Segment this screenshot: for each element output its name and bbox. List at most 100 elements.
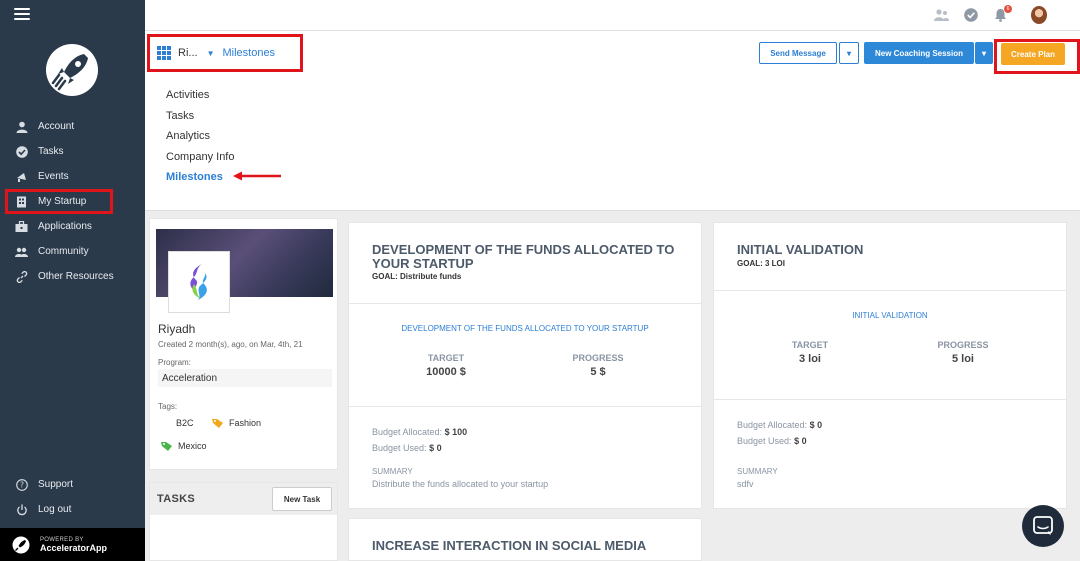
milestone-title: INITIAL VALIDATION bbox=[737, 242, 864, 257]
startup-name: Riyadh bbox=[158, 322, 196, 336]
milestone-card[interactable]: INITIAL VALIDATION GOAL: 3 LOI INITIAL V… bbox=[713, 222, 1067, 509]
tag-icon bbox=[159, 418, 171, 428]
budget-allocated-value: $ 100 bbox=[444, 427, 468, 437]
tab-company-info[interactable]: Company Info bbox=[166, 151, 234, 172]
building-icon bbox=[15, 195, 28, 208]
tab-analytics[interactable]: Analytics bbox=[166, 130, 234, 151]
sidebar-item-logout[interactable]: Log out bbox=[0, 497, 145, 522]
tag-label: Mexico bbox=[178, 441, 207, 451]
tasks-title: TASKS bbox=[157, 493, 195, 505]
progress-label: PROGRESS bbox=[937, 340, 989, 350]
notification-badge: 6 bbox=[1004, 5, 1012, 13]
milestone-card[interactable]: INCREASE INTERACTION IN SOCIAL MEDIA bbox=[348, 518, 702, 561]
rocket-logo-icon[interactable] bbox=[44, 42, 100, 98]
progress-value: 5 loi bbox=[951, 353, 974, 365]
sidebar-item-label: Other Resources bbox=[38, 271, 114, 282]
svg-text:?: ? bbox=[20, 480, 24, 489]
sidebar-item-label: My Startup bbox=[38, 196, 87, 207]
sidebar-item-events[interactable]: Events bbox=[0, 164, 145, 189]
budget-allocated: Budget Allocated: $ 0 bbox=[737, 420, 822, 430]
milestone-goal: GOAL: Distribute funds bbox=[372, 272, 462, 281]
rocket-small-icon bbox=[12, 536, 30, 553]
sidebar-item-my-startup[interactable]: My Startup bbox=[5, 189, 113, 214]
check-circle-icon bbox=[15, 145, 28, 158]
sidebar-bottom-nav: ? Support Log out bbox=[0, 472, 145, 522]
milestone-card[interactable]: DEVELOPMENT OF THE FUNDS ALLOCATED TO YO… bbox=[348, 222, 702, 509]
tag-fashion[interactable]: Fashion bbox=[212, 415, 261, 431]
breadcrumb-startup[interactable]: Ri... bbox=[178, 47, 198, 59]
tasks-panel: TASKS New Task bbox=[149, 482, 338, 561]
summary-text: sdfv bbox=[737, 479, 754, 489]
program-label: Program: bbox=[158, 358, 191, 367]
sidebar-item-tasks[interactable]: Tasks bbox=[0, 139, 145, 164]
tab-tasks[interactable]: Tasks bbox=[166, 110, 234, 131]
tag-mexico[interactable]: Mexico bbox=[161, 438, 207, 454]
community-icon[interactable] bbox=[934, 8, 949, 22]
summary-label: SUMMARY bbox=[372, 467, 413, 476]
budget-allocated-label: Budget Allocated: bbox=[737, 420, 808, 430]
summary-label: SUMMARY bbox=[737, 467, 778, 476]
sidebar-nav: Account Tasks Events My Startup Applicat… bbox=[0, 114, 145, 289]
sidebar: Account Tasks Events My Startup Applicat… bbox=[0, 0, 145, 561]
sidebar-item-label: Support bbox=[38, 479, 74, 490]
progress-label: PROGRESS bbox=[572, 353, 624, 363]
summary-text: Distribute the funds allocated to your s… bbox=[372, 479, 549, 489]
top-bar: 6 bbox=[145, 0, 1080, 31]
budget-used-value: $ 0 bbox=[429, 443, 442, 453]
milestone-subtitle: INITIAL VALIDATION bbox=[852, 311, 928, 320]
startup-subnav: Activities Tasks Analytics Company Info … bbox=[166, 89, 234, 192]
divider bbox=[349, 303, 701, 304]
tab-milestones[interactable]: Milestones bbox=[166, 171, 234, 192]
new-coaching-session-button[interactable]: New Coaching Session bbox=[864, 42, 974, 64]
user-icon bbox=[15, 120, 28, 133]
sidebar-item-account[interactable]: Account bbox=[0, 114, 145, 139]
avatar[interactable] bbox=[1031, 6, 1047, 24]
milestone-title: INCREASE INTERACTION IN SOCIAL MEDIA bbox=[372, 538, 647, 553]
sidebar-item-other-resources[interactable]: Other Resources bbox=[0, 264, 145, 289]
budget-used: Budget Used: $ 0 bbox=[372, 443, 442, 453]
bell-icon[interactable]: 6 bbox=[994, 5, 1012, 22]
target-value: 3 loi bbox=[798, 353, 821, 365]
apps-grid-icon[interactable] bbox=[157, 46, 171, 60]
chevron-down-icon[interactable]: ▼ bbox=[207, 49, 215, 58]
powered-by-badge[interactable]: POWERED BY AcceleratorApp bbox=[0, 528, 145, 561]
sidebar-item-label: Community bbox=[38, 246, 89, 257]
sidebar-item-support[interactable]: ? Support bbox=[0, 472, 145, 497]
budget-used-label: Budget Used: bbox=[737, 436, 792, 446]
tag-icon bbox=[212, 419, 223, 428]
create-plan-button[interactable]: Create Plan bbox=[1001, 43, 1065, 65]
startup-created-date: Created 2 month(s), ago, on Mar, 4th, 21 bbox=[158, 340, 303, 349]
menu-icon[interactable] bbox=[14, 8, 30, 22]
power-icon bbox=[15, 503, 28, 516]
budget-used-value: $ 0 bbox=[794, 436, 807, 446]
tag-b2c[interactable]: B2C bbox=[159, 415, 194, 431]
new-task-button[interactable]: New Task bbox=[272, 487, 332, 511]
check-circle-icon[interactable] bbox=[964, 8, 978, 22]
budget-allocated-value: $ 0 bbox=[809, 420, 823, 430]
divider bbox=[714, 290, 1066, 291]
powered-by-brand: AcceleratorApp bbox=[40, 542, 108, 553]
tags-label: Tags: bbox=[158, 402, 178, 411]
program-value: Acceleration bbox=[158, 369, 332, 387]
tab-activities[interactable]: Activities bbox=[166, 89, 234, 110]
milestone-title: DEVELOPMENT OF THE FUNDS ALLOCATED TO YO… bbox=[372, 242, 675, 271]
send-message-button[interactable]: Send Message bbox=[759, 42, 837, 64]
target-value: 10000 $ bbox=[426, 366, 466, 378]
sidebar-item-label: Account bbox=[38, 121, 75, 132]
main-content: Riyadh Created 2 month(s), ago, on Mar, … bbox=[145, 212, 1080, 561]
sidebar-item-applications[interactable]: Applications bbox=[0, 214, 145, 239]
progress-value: 5 $ bbox=[590, 366, 606, 378]
startup-logo bbox=[168, 251, 230, 313]
tasks-panel-header: TASKS New Task bbox=[150, 483, 337, 515]
tag-icon bbox=[161, 442, 172, 451]
breadcrumb-current[interactable]: Milestones bbox=[222, 47, 275, 59]
send-message-dropdown-button[interactable]: ▾ bbox=[839, 42, 859, 64]
milestone-goal: GOAL: 3 LOI bbox=[737, 259, 785, 268]
sidebar-item-label: Applications bbox=[38, 221, 92, 232]
chat-support-button[interactable] bbox=[1022, 505, 1064, 547]
new-coaching-dropdown-button[interactable]: ▾ bbox=[975, 42, 993, 64]
sidebar-item-community[interactable]: Community bbox=[0, 239, 145, 264]
megaphone-icon bbox=[15, 170, 28, 183]
breadcrumb: Ri... ▼ Milestones bbox=[147, 34, 303, 72]
link-icon bbox=[15, 270, 28, 283]
